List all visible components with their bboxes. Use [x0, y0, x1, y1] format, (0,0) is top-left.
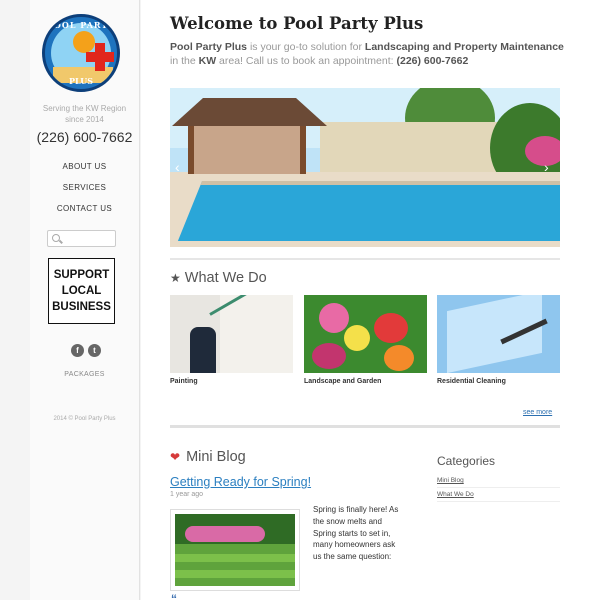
sidebar: POOL PARTY PLUS Serving the KW Region si… — [30, 0, 140, 600]
mini-blog-title: Mini Blog — [186, 449, 246, 465]
mini-blog-heading: ❤ Mini Blog — [170, 449, 246, 465]
intro-region: KW — [198, 54, 217, 67]
main-content: Welcome to Pool Party Plus Pool Party Pl… — [141, 0, 600, 600]
service-card-painting[interactable]: Painting — [170, 295, 293, 385]
sidebar-nav: ABOUT US SERVICES CONTACT US — [30, 160, 139, 223]
heart-icon: ❤ — [170, 450, 181, 464]
what-we-do-heading: ★ What We Do — [170, 270, 267, 286]
intro-part1: is your go-to solution for — [247, 41, 365, 53]
intro-part3: area! Call us to book an appointment: — [216, 54, 397, 67]
blog-post-date: 1 year ago — [170, 491, 204, 498]
cleaning-image[interactable] — [437, 295, 560, 373]
social-links: ft — [66, 340, 106, 357]
intro-services: Landscaping and Property Maintenance — [364, 41, 564, 53]
what-we-do-title: What We Do — [184, 270, 267, 286]
intro-phone: (226) 600-7662 — [396, 54, 469, 67]
quote-icon: “ — [171, 592, 177, 600]
slider-prev-icon[interactable]: ‹ — [175, 160, 185, 174]
intro-part2: in the — [170, 54, 199, 67]
service-card-caption[interactable]: Painting — [170, 378, 293, 385]
category-mini-blog[interactable]: Mini Blog — [437, 477, 560, 488]
nav-about-us[interactable]: ABOUT US — [30, 160, 139, 181]
service-card-caption[interactable]: Residential Cleaning — [437, 378, 560, 385]
nav-services[interactable]: SERVICES — [30, 181, 139, 202]
intro-brand: Pool Party Plus — [170, 41, 248, 53]
blog-post-image[interactable] — [170, 509, 300, 591]
search-input[interactable] — [47, 230, 116, 247]
badge-line3: BUSINESS — [52, 301, 111, 313]
tagline: Serving the KW Region since 2014 — [30, 103, 139, 125]
categories-heading: Categories — [437, 454, 496, 468]
service-card-caption[interactable]: Landscape and Garden — [304, 378, 427, 385]
service-card-landscape[interactable]: Landscape and Garden — [304, 295, 427, 385]
badge-line1: SUPPORT — [53, 269, 110, 281]
packages-link[interactable]: PACKAGES — [30, 371, 139, 378]
star-icon: ★ — [170, 271, 181, 285]
facebook-icon[interactable]: f — [71, 344, 84, 357]
tagline-line2: since 2014 — [65, 115, 104, 124]
see-more-link[interactable]: see more — [523, 409, 552, 416]
search-icon — [52, 234, 60, 242]
support-local-business-badge: SUPPORT LOCAL BUSINESS — [48, 258, 115, 324]
page-title: Welcome to Pool Party Plus — [170, 14, 424, 33]
section-divider — [170, 258, 560, 260]
badge-line2: LOCAL — [61, 285, 102, 297]
tagline-line1: Serving the KW Region — [42, 104, 127, 113]
logo-text-bottom: PLUS — [69, 76, 93, 86]
landscape-image[interactable] — [304, 295, 427, 373]
sidebar-phone[interactable]: (226) 600-7662 — [30, 129, 139, 145]
service-card-cleaning[interactable]: Residential Cleaning — [437, 295, 560, 385]
pool-party-plus-logo[interactable]: POOL PARTY PLUS — [42, 14, 120, 92]
slider-next-icon[interactable]: › — [544, 160, 554, 174]
hero-slider[interactable]: ‹ › — [170, 88, 560, 247]
category-what-we-do[interactable]: What We Do — [437, 491, 560, 502]
blog-post-title[interactable]: Getting Ready for Spring! — [170, 475, 311, 489]
painting-image[interactable] — [170, 295, 293, 373]
nav-contact-us[interactable]: CONTACT US — [30, 202, 139, 223]
blog-post-excerpt: Spring is finally here! As the snow melt… — [313, 505, 399, 562]
section-divider — [170, 425, 560, 428]
twitter-icon[interactable]: t — [88, 344, 101, 357]
intro-text: Pool Party Plus is your go-to solution f… — [170, 41, 565, 68]
copyright: 2014 © Pool Party Plus — [53, 416, 116, 422]
logo-text-top: POOL PARTY — [46, 20, 116, 30]
